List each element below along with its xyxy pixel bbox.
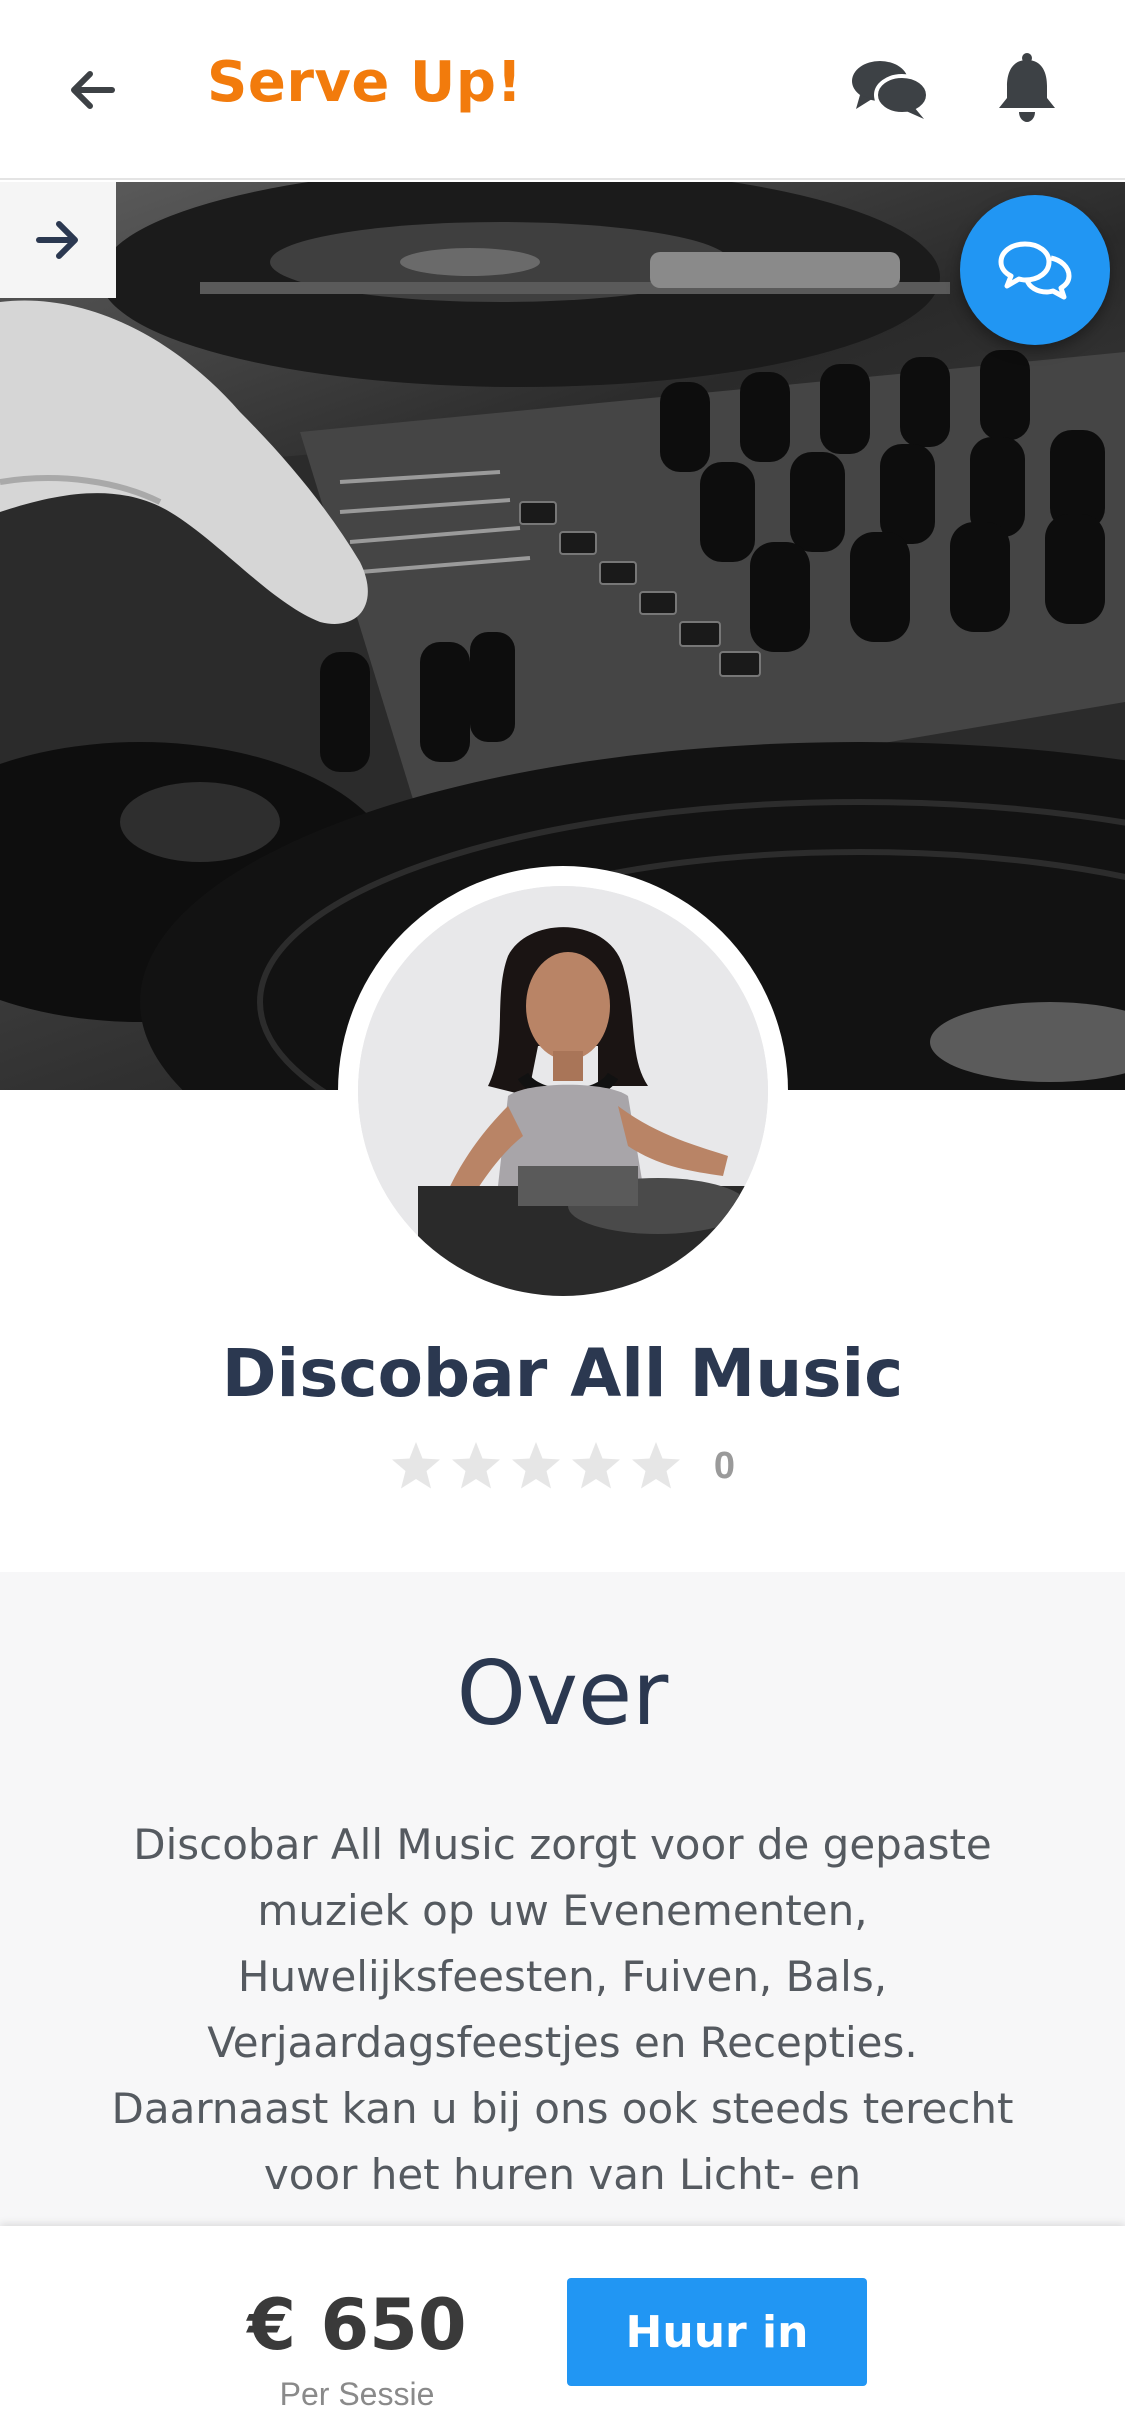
chat-fab-button[interactable]	[960, 195, 1110, 345]
profile-avatar	[338, 866, 788, 1316]
messages-button[interactable]	[850, 55, 930, 125]
price-value: € 650	[247, 2284, 467, 2366]
star-icon	[571, 1442, 620, 1489]
dj-portrait-illustration	[358, 886, 768, 1296]
chat-bubbles-icon	[852, 61, 930, 119]
back-button[interactable]	[62, 60, 122, 120]
app-header: Serve Up!	[0, 0, 1125, 180]
rating: 0	[0, 1440, 1125, 1492]
star-icon	[631, 1442, 680, 1489]
star-icon	[391, 1442, 440, 1489]
star-icon	[451, 1442, 500, 1489]
booking-bar: € 650 Per Sessie Huur in	[0, 2226, 1125, 2436]
about-title: Over	[456, 1642, 669, 1745]
avatar-image	[358, 886, 768, 1296]
arrow-left-icon	[71, 71, 115, 109]
arrow-right-icon	[36, 221, 78, 259]
profile-page: Serve Up! Discobar All Music 0 Over Disc…	[0, 0, 1125, 2436]
profile-name: Discobar All Music	[221, 1335, 904, 1412]
bell-icon	[999, 53, 1055, 122]
chat-bubbles-outline-icon	[998, 241, 1072, 300]
about-description: Discobar All Music zorgt voor de gepaste…	[111, 1820, 1014, 2199]
notifications-button[interactable]	[995, 52, 1059, 124]
star-icon	[511, 1442, 560, 1489]
rating-count: 0	[713, 1444, 736, 1487]
hire-button[interactable]: Huur in	[567, 2278, 867, 2386]
side-panel-toggle[interactable]	[0, 182, 116, 298]
app-title: Serve Up!	[207, 50, 523, 115]
price-unit: Per Sessie	[279, 2376, 435, 2412]
